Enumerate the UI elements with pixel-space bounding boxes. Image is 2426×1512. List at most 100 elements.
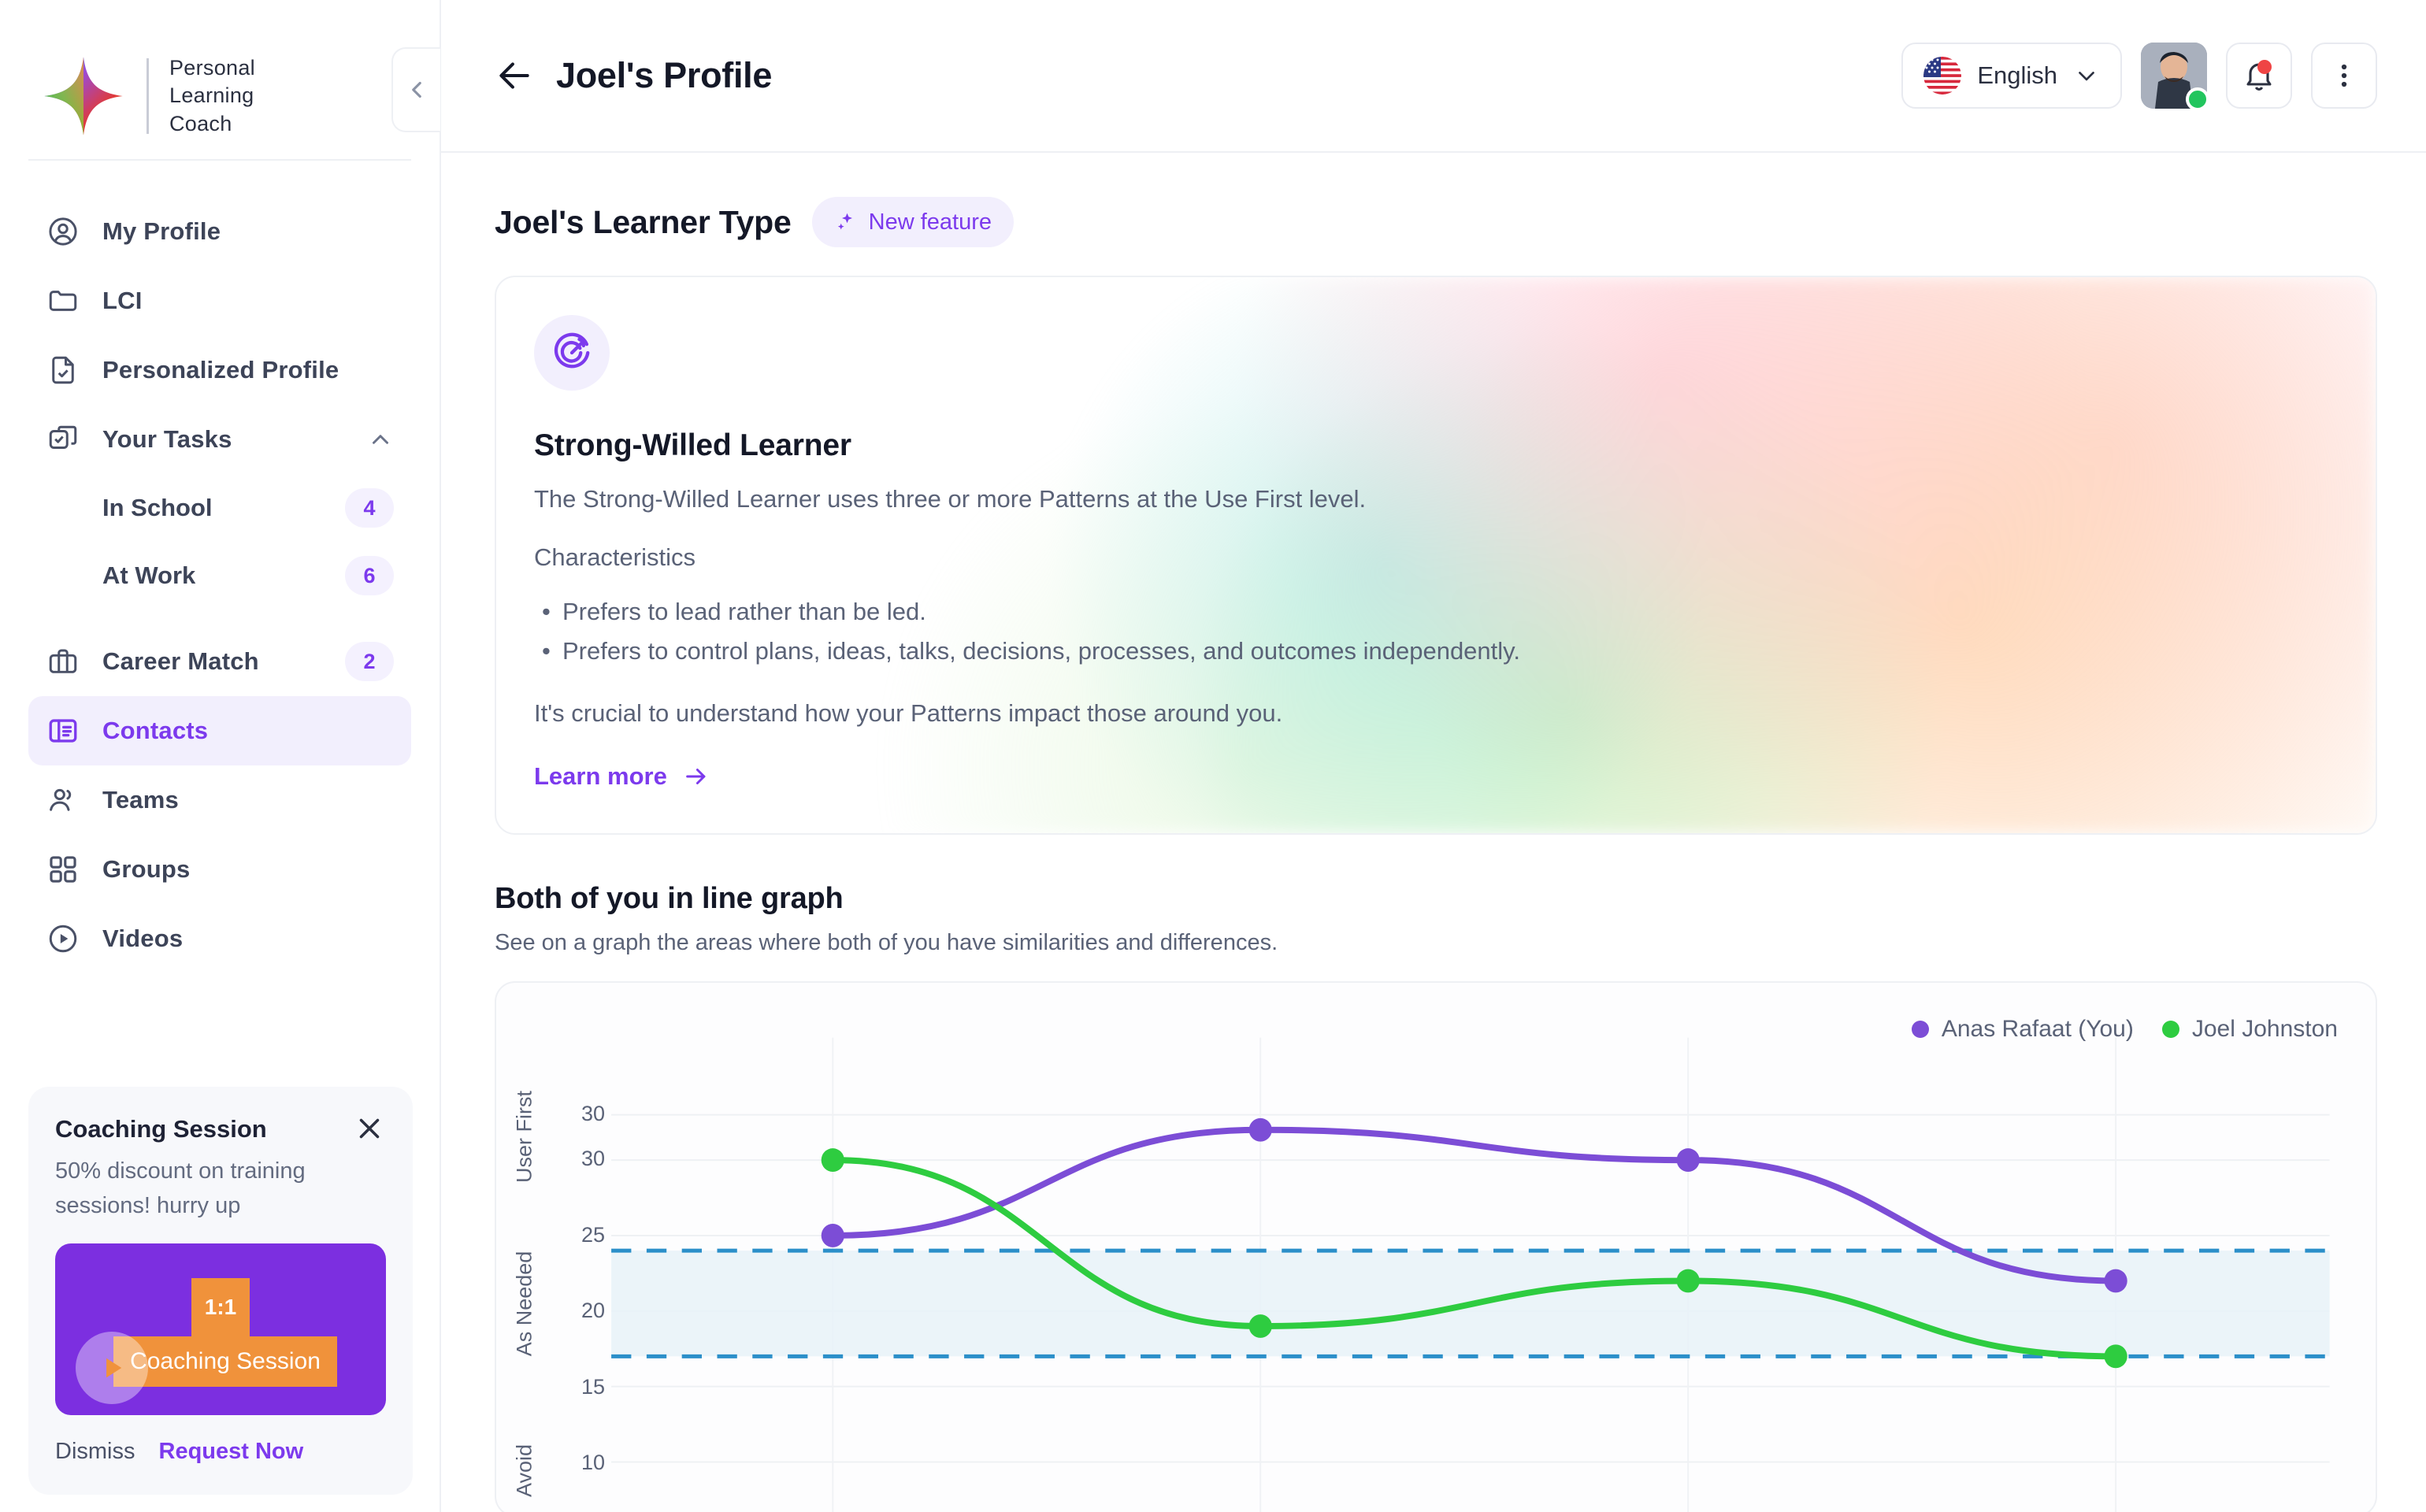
sidebar-collapse-button[interactable]: [391, 47, 440, 132]
sidebar-nav: My Profile LCI Personalized Profile Your…: [0, 161, 440, 973]
sidebar-item-label: In School: [102, 494, 213, 521]
folder-icon: [46, 284, 80, 318]
user-circle-icon: [46, 214, 80, 249]
new-feature-badge: New feature: [811, 197, 1014, 247]
content-area: Joel's Learner Type New feature Strong-W…: [441, 153, 2426, 1512]
arrow-left-icon[interactable]: [495, 56, 534, 95]
learner-type-card: Strong-Willed Learner The Strong-Willed …: [495, 276, 2377, 835]
sidebar-item-label: Your Tasks: [102, 425, 232, 453]
more-options-button[interactable]: [2311, 43, 2377, 109]
sidebar-item-in-school[interactable]: In School 4: [28, 474, 411, 542]
sparkle-icon: [837, 213, 852, 230]
chart-y-tick: 30: [581, 1147, 605, 1171]
promo-request-button[interactable]: Request Now: [159, 1439, 304, 1465]
chart-y-category-label: As Needed: [512, 1251, 536, 1356]
notifications-button[interactable]: [2226, 43, 2292, 109]
promo-play-button[interactable]: [76, 1332, 148, 1404]
chart-y-category-label: Avoid: [512, 1443, 536, 1497]
chart-y-category-label: User First: [512, 1090, 536, 1183]
learn-more-link[interactable]: Learn more: [534, 762, 710, 791]
learner-type-title: Joel's Learner Type: [495, 203, 792, 240]
sidebar-item-badge: 6: [345, 556, 394, 595]
sidebar-item-label: Videos: [102, 925, 184, 952]
promo-video-thumbnail[interactable]: 1:1 Coaching Session: [55, 1243, 386, 1415]
coaching-session-promo-card: Coaching Session 50% discount on trainin…: [28, 1087, 413, 1495]
sidebar-item-videos[interactable]: Videos: [28, 904, 411, 973]
learner-type-description: The Strong-Willed Learner uses three or …: [534, 485, 1367, 513]
avatar[interactable]: [2141, 43, 2209, 111]
learner-card-content: Strong-Willed Learner The Strong-Willed …: [496, 277, 2376, 791]
notification-badge: [2257, 60, 2272, 74]
learner-type-note: It's crucial to understand how your Patt…: [534, 699, 1283, 728]
sidebar-item-teams[interactable]: Teams: [28, 765, 411, 835]
learner-type-name: Strong-Willed Learner: [534, 428, 851, 462]
promo-dismiss-button[interactable]: Dismiss: [55, 1439, 135, 1465]
sidebar-item-career-match[interactable]: Career Match 2: [28, 627, 411, 696]
line-graph-title: Both of you in line graph: [495, 882, 844, 915]
top-bar-actions: English: [1901, 43, 2377, 111]
sidebar-item-label: My Profile: [102, 217, 221, 245]
sidebar-item-my-profile[interactable]: My Profile: [28, 197, 411, 266]
sidebar-item-label: Groups: [102, 855, 191, 883]
play-icon: [106, 1358, 122, 1378]
online-status-dot: [2186, 87, 2209, 111]
sidebar-item-groups[interactable]: Groups: [28, 835, 411, 904]
grid-icon: [46, 852, 80, 887]
sidebar: Personal Learning Coach My Profile LCI P…: [0, 0, 441, 1512]
chevron-down-icon: [2079, 72, 2094, 81]
brand-name: Personal Learning Coach: [169, 55, 255, 135]
sidebar-item-your-tasks[interactable]: Your Tasks: [28, 405, 411, 474]
promo-subtitle: 50% discount on training sessions! hurry…: [55, 1158, 306, 1218]
sidebar-item-label: Career Match: [102, 647, 259, 675]
contacts-icon: [46, 713, 80, 748]
chevron-up-icon[interactable]: [367, 426, 394, 453]
characteristics-list: Prefers to lead rather than be led. Pref…: [534, 592, 2331, 672]
sidebar-item-label: Contacts: [102, 717, 209, 744]
sidebar-item-personalized-profile[interactable]: Personalized Profile: [28, 335, 411, 405]
chart-plot-area[interactable]: 30 30 25 20 15 10 User First As Needed Avoid: [496, 983, 2376, 1512]
language-selector[interactable]: English: [1901, 43, 2122, 109]
chevron-left-icon: [412, 81, 421, 98]
line-graph-subtitle: See on a graph the areas where both of y…: [495, 930, 1278, 955]
more-vertical-icon: [2341, 64, 2347, 87]
promo-actions: Dismiss Request Now: [55, 1439, 386, 1465]
promo-header: Coaching Session: [55, 1115, 386, 1145]
brand-logo[interactable]: Personal Learning Coach: [0, 0, 440, 154]
sidebar-item-badge: 4: [345, 488, 394, 528]
promo-thumb-badge: 1:1: [191, 1278, 250, 1336]
sidebar-item-label: Personalized Profile: [102, 356, 339, 384]
target-icon: [534, 315, 610, 391]
learner-type-header: Joel's Learner Type New feature: [495, 197, 2377, 247]
line-graph-section: Both of you in line graph See on a graph…: [495, 882, 2377, 1512]
sidebar-item-label: LCI: [102, 287, 143, 314]
logo-divider: [147, 58, 149, 134]
sidebar-item-contacts[interactable]: Contacts: [28, 696, 411, 765]
sidebar-item-at-work[interactable]: At Work 6: [28, 542, 411, 610]
chart-y-tick: 20: [581, 1299, 605, 1323]
main-content: Joel's Profile English Joel's Learner Ty…: [441, 0, 2426, 1512]
close-icon[interactable]: [353, 1112, 386, 1145]
chart-y-tick: 30: [581, 1101, 605, 1125]
play-circle-icon: [46, 921, 80, 956]
characteristics-label: Characteristics: [534, 543, 696, 571]
logo-star-icon: [41, 54, 126, 139]
list-item: Prefers to control plans, ideas, talks, …: [534, 632, 2331, 671]
us-flag-icon: [1923, 57, 1962, 94]
sidebar-item-label: At Work: [102, 561, 196, 589]
sidebar-item-lci[interactable]: LCI: [28, 266, 411, 335]
new-feature-label: New feature: [868, 209, 992, 235]
list-item: Prefers to lead rather than be led.: [534, 592, 2331, 632]
tasks-icon: [46, 422, 80, 457]
file-check-icon: [46, 353, 80, 387]
top-bar: Joel's Profile English: [441, 0, 2426, 153]
chart-y-tick: 10: [581, 1451, 605, 1475]
learn-more-label: Learn more: [534, 762, 667, 791]
language-label: English: [1977, 61, 2057, 89]
app-root: Personal Learning Coach My Profile LCI P…: [0, 0, 2426, 1512]
briefcase-icon: [46, 644, 80, 679]
promo-title: Coaching Session: [55, 1115, 267, 1143]
sidebar-item-label: Teams: [102, 786, 179, 813]
arrow-right-icon: [686, 769, 706, 785]
users-icon: [46, 783, 80, 817]
